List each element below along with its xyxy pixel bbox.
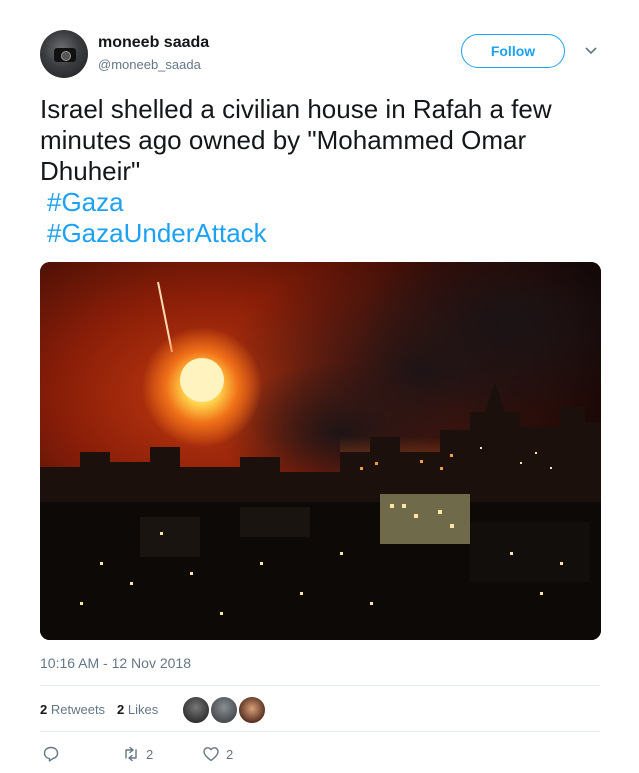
likes-stat[interactable]: 2 Likes — [117, 702, 158, 717]
heart-icon — [203, 747, 219, 762]
like-action[interactable]: 2 — [202, 745, 233, 763]
retweets-count: 2 — [40, 702, 48, 717]
retweets-label: Retweets — [50, 702, 106, 717]
tweet-photo[interactable] — [40, 262, 601, 640]
liker-avatar[interactable] — [181, 695, 211, 725]
night-airstrike-photo — [40, 262, 601, 640]
follow-button[interactable]: Follow — [461, 34, 565, 68]
tweet-text: Israel shelled a civilian house in Rafah… — [40, 94, 600, 249]
hashtag-link[interactable]: #GazaUnderAttack — [40, 218, 600, 249]
retweet-count: 2 — [146, 746, 154, 762]
lens-icon — [61, 51, 71, 61]
retweet-icon — [125, 746, 137, 762]
author-avatar[interactable] — [40, 30, 88, 78]
divider — [40, 731, 600, 732]
reply-action[interactable] — [42, 745, 66, 763]
retweets-stat[interactable]: 2 Retweets — [40, 702, 105, 717]
liker-avatar[interactable] — [209, 695, 239, 725]
retweet-action[interactable]: 2 — [122, 745, 153, 763]
author-handle[interactable]: @moneeb_saada — [98, 57, 201, 72]
reply-icon — [43, 746, 59, 762]
tweet-body: Israel shelled a civilian house in Rafah… — [40, 94, 552, 186]
likes-count: 2 — [117, 702, 125, 717]
liker-avatar[interactable] — [237, 695, 267, 725]
chevron-down-icon[interactable] — [583, 42, 599, 58]
tweet-timestamp[interactable]: 10:16 AM - 12 Nov 2018 — [40, 655, 191, 671]
like-count: 2 — [226, 746, 234, 762]
divider — [40, 685, 600, 686]
likes-label: Likes — [127, 702, 159, 717]
hashtag-link[interactable]: #Gaza — [40, 187, 600, 218]
author-display-name[interactable]: moneeb saada — [98, 34, 209, 52]
